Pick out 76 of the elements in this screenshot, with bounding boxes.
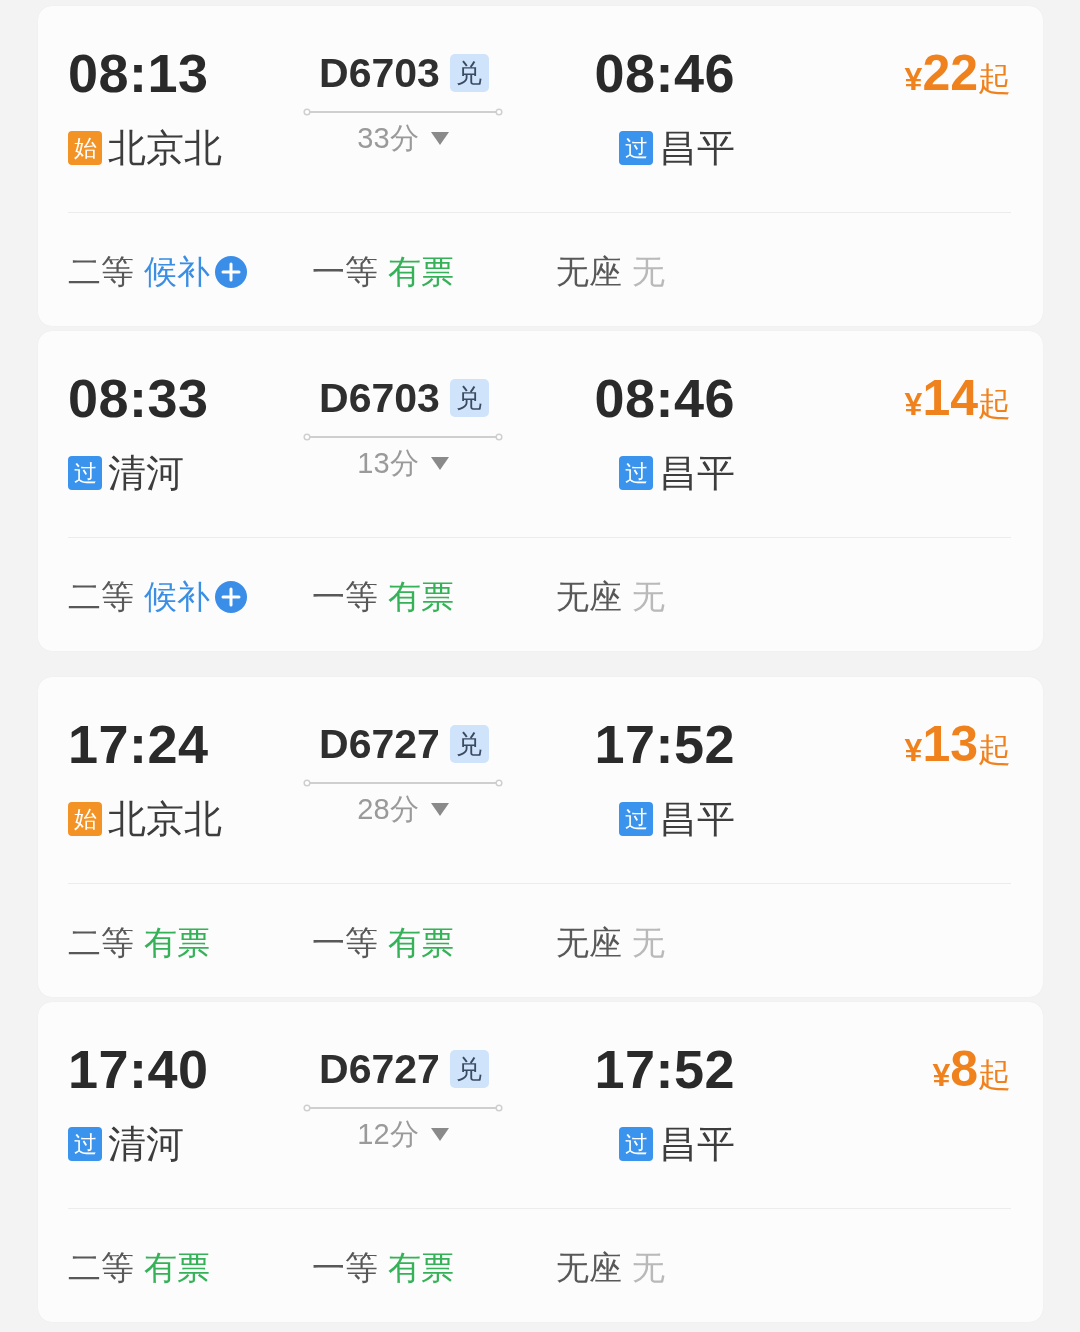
price-text: ¥8起	[932, 1040, 1011, 1099]
ticket-status: 有票	[388, 577, 454, 617]
train-number: D6727	[319, 1045, 440, 1094]
train-card[interactable]: 17:24 始 北京北 D6727 兑 28分 17:52 过 昌平 ¥13起 二等 有票 一等 有票 无座 无	[38, 677, 1043, 997]
station-name: 昌平	[659, 798, 735, 840]
plus-circle-icon[interactable]	[215, 256, 247, 288]
departure-time: 17:40	[68, 1038, 209, 1100]
exchange-badge: 兑	[449, 1050, 489, 1088]
caret-icon[interactable]	[430, 802, 449, 816]
departure-time: 08:13	[68, 42, 209, 104]
train-number: D6703	[319, 49, 440, 98]
arrival-time: 08:46	[594, 42, 735, 104]
station-tag: 始	[68, 802, 102, 836]
ticket-status: 无	[632, 1248, 665, 1288]
departure-time: 17:24	[68, 713, 209, 775]
train-card[interactable]: 08:13 始 北京北 D6703 兑 33分 08:46 过 昌平 ¥22起 二等 候补 一等 有票 无座 无	[38, 6, 1043, 326]
duration-text: 33分	[357, 121, 419, 156]
ticket-status: 有票	[388, 1248, 454, 1288]
departure-time: 08:33	[68, 367, 209, 429]
ticket-status: 无	[632, 252, 665, 292]
route-line-icon	[303, 433, 503, 441]
seat-class-label: 一等	[312, 577, 378, 617]
station-name: 北京北	[108, 798, 222, 840]
seat-class-label: 一等	[312, 252, 378, 292]
train-number: D6703	[319, 374, 440, 423]
exchange-badge: 兑	[449, 725, 489, 763]
arrival-time: 08:46	[594, 367, 735, 429]
station-tag: 始	[68, 131, 102, 165]
station-name: 北京北	[108, 127, 222, 169]
caret-icon[interactable]	[430, 1127, 449, 1141]
station-name: 昌平	[659, 452, 735, 494]
duration-text: 13分	[357, 446, 419, 481]
seat-class-label: 无座	[556, 923, 622, 963]
station-tag: 过	[68, 456, 102, 490]
route-line-icon	[303, 1104, 503, 1112]
seat-class-label: 二等	[68, 1248, 134, 1288]
exchange-badge: 兑	[449, 54, 489, 92]
arrival-time: 17:52	[594, 713, 735, 775]
ticket-status: 有票	[388, 252, 454, 292]
seat-class-label: 无座	[556, 1248, 622, 1288]
duration-text: 28分	[357, 792, 419, 827]
station-tag: 过	[619, 802, 653, 836]
seat-class-label: 无座	[556, 252, 622, 292]
route-line-icon	[303, 779, 503, 787]
seat-class-label: 二等	[68, 252, 134, 292]
seat-class-label: 一等	[312, 923, 378, 963]
ticket-status: 有票	[144, 923, 210, 963]
arrival-time: 17:52	[594, 1038, 735, 1100]
station-name: 清河	[108, 1123, 184, 1165]
caret-icon[interactable]	[430, 456, 449, 470]
seat-class-label: 二等	[68, 923, 134, 963]
station-name: 清河	[108, 452, 184, 494]
station-name: 昌平	[659, 127, 735, 169]
duration-text: 12分	[357, 1117, 419, 1152]
price-text: ¥22起	[904, 44, 1011, 103]
ticket-status: 无	[632, 577, 665, 617]
price-text: ¥14起	[904, 369, 1011, 428]
station-tag: 过	[619, 131, 653, 165]
price-text: ¥13起	[904, 715, 1011, 774]
seat-class-label: 无座	[556, 577, 622, 617]
station-tag: 过	[619, 456, 653, 490]
route-line-icon	[303, 108, 503, 116]
station-tag: 过	[619, 1127, 653, 1161]
ticket-status: 无	[632, 923, 665, 963]
ticket-status: 有票	[388, 923, 454, 963]
seat-class-label: 一等	[312, 1248, 378, 1288]
station-tag: 过	[68, 1127, 102, 1161]
train-card[interactable]: 08:33 过 清河 D6703 兑 13分 08:46 过 昌平 ¥14起 二等 候补 一等 有票 无座 无	[38, 331, 1043, 651]
seat-class-label: 二等	[68, 577, 134, 617]
station-name: 昌平	[659, 1123, 735, 1165]
ticket-status: 有票	[144, 1248, 210, 1288]
exchange-badge: 兑	[449, 379, 489, 417]
plus-circle-icon[interactable]	[215, 581, 247, 613]
train-card[interactable]: 17:40 过 清河 D6727 兑 12分 17:52 过 昌平 ¥8起 二等 有票 一等 有票 无座 无	[38, 1002, 1043, 1322]
train-number: D6727	[319, 720, 440, 769]
caret-icon[interactable]	[430, 131, 449, 145]
